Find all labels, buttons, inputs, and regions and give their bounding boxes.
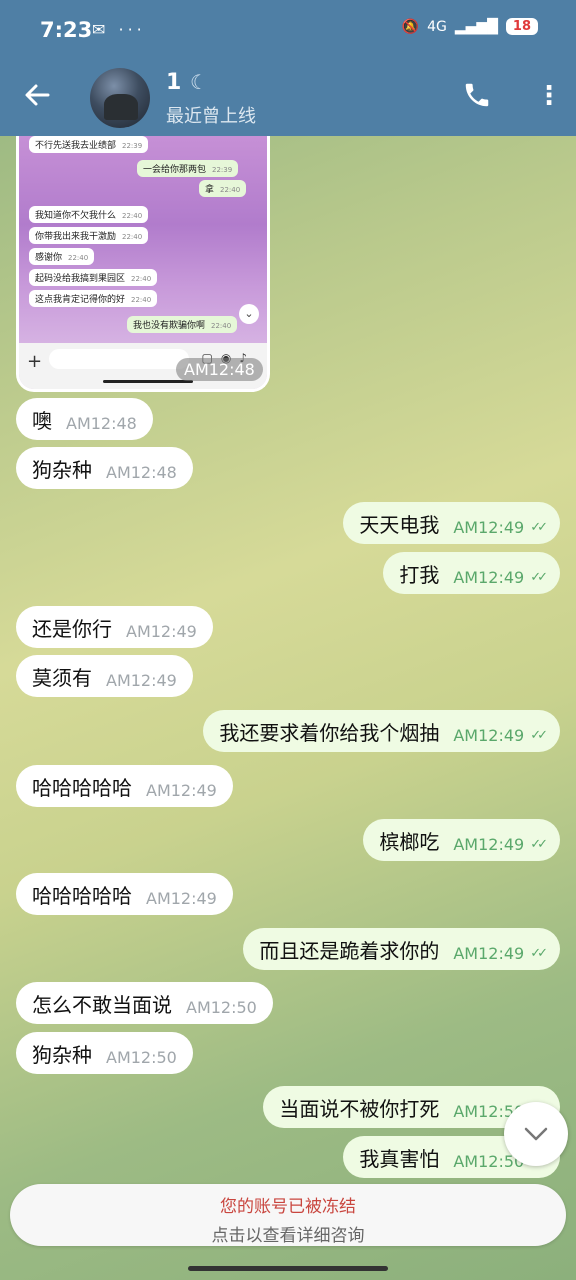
message-time: AM12:48 (66, 413, 137, 433)
message-bubble-incoming[interactable]: 哈哈哈哈哈 AM12:49 (16, 873, 233, 915)
signal-icon: ▂▄▆█ (454, 18, 498, 35)
double-check-icon: ✓✓ (530, 519, 548, 535)
inner-message: 不行先送我去业绩部 22:39 (29, 136, 149, 153)
emoji-status-icon: ☾ (190, 70, 208, 94)
double-check-icon: ✓✓ (530, 727, 548, 743)
status-bar: 7:23 ✉ ··· 🔕 4G ▂▄▆█ 18 (0, 0, 576, 62)
message-time: AM12:49 (453, 517, 525, 537)
banner-subtitle: 点击以查看详细咨询 (211, 1226, 365, 1246)
message-bubble-incoming[interactable]: 哈哈哈哈哈 AM12:49 (16, 765, 233, 807)
message-text: 我还要求着你给我个烟抽 (219, 720, 440, 745)
message-bubble-outgoing[interactable]: 槟榔吃 AM12:49 ✓✓ (363, 819, 560, 861)
message-text: 天天电我 (359, 512, 440, 537)
inner-message: 感谢你 22:40 (29, 248, 95, 265)
battery-icon: 18 (505, 18, 538, 35)
status-right: 🔕 4G ▂▄▆█ 18 (402, 18, 538, 35)
message-text: 还是你行 (32, 616, 112, 641)
message-time: AM12:49 (453, 725, 525, 745)
inner-home-indicator (103, 380, 193, 383)
message-text: 我真害怕 (359, 1146, 440, 1171)
message-time: AM12:48 (106, 462, 177, 482)
message-time: AM12:49 (453, 834, 525, 854)
message-text: 怎么不敢当面说 (32, 992, 172, 1017)
message-bubble-outgoing[interactable]: 而且还是跪着求你的 AM12:49 ✓✓ (243, 928, 560, 970)
message-time: AM12:49 (106, 670, 177, 690)
message-time: AM12:49 (126, 621, 197, 641)
inner-message: 一会给你那两包 22:39 (137, 160, 239, 177)
message-bubble-incoming[interactable]: 噢 AM12:48 (16, 398, 153, 440)
account-frozen-banner[interactable]: 您的账号已被冻结 点击以查看详细咨询 (10, 1184, 566, 1246)
message-time: AM12:49 (146, 888, 217, 908)
message-time: AM12:50 (106, 1047, 177, 1067)
contact-name[interactable]: 1 (166, 70, 181, 95)
chat-area[interactable]: 不行先送我去业绩部 22:39 一会给你那两包 22:39 拿 22:40 我知道你不… (0, 136, 576, 1280)
message-time: AM12:49 (146, 780, 217, 800)
inner-message: 我也没有欺骗你啊 22:40 (127, 316, 238, 333)
message-text: 当面说不被你打死 (279, 1096, 440, 1121)
contact-status: 最近曾上线 (166, 106, 256, 127)
message-text: 狗杂种 (32, 1042, 92, 1067)
message-text: 莫须有 (32, 665, 92, 690)
message-bubble-outgoing[interactable]: 我还要求着你给我个烟抽 AM12:49 ✓✓ (203, 710, 560, 752)
message-time: AM12:49 (453, 567, 525, 587)
plus-icon: + (27, 351, 43, 372)
message-bubble-incoming[interactable]: 还是你行 AM12:49 (16, 606, 213, 648)
message-text: 打我 (399, 562, 440, 587)
chevron-down-icon (524, 1127, 548, 1141)
arrow-left-icon[interactable] (22, 80, 56, 114)
avatar[interactable] (90, 68, 150, 128)
message-text: 哈哈哈哈哈 (32, 883, 132, 908)
message-text: 噢 (32, 408, 52, 433)
status-time: 7:23 (40, 18, 93, 42)
message-bubble-incoming[interactable]: 狗杂种 AM12:48 (16, 447, 193, 489)
inner-message: 起码没给我搞到果园区 22:40 (29, 269, 158, 286)
banner-title: 您的账号已被冻结 (220, 1197, 356, 1217)
image-message[interactable]: 不行先送我去业绩部 22:39 一会给你那两包 22:39 拿 22:40 我知道你不… (16, 136, 270, 392)
inner-message: 拿 22:40 (199, 180, 247, 197)
more-vert-icon[interactable]: ⋮ (536, 82, 562, 112)
message-time: AM12:50 (186, 997, 257, 1017)
message-time: AM12:49 (453, 943, 525, 963)
network-indicator: 4G (427, 18, 447, 35)
home-indicator[interactable] (188, 1266, 388, 1271)
double-check-icon: ✓✓ (530, 945, 548, 961)
double-check-icon: ✓✓ (530, 569, 548, 585)
notification-icons: ✉ ··· (92, 20, 146, 39)
image-timestamp: AM12:48 (176, 358, 263, 381)
message-bubble-outgoing[interactable]: 打我 AM12:49 ✓✓ (383, 552, 560, 594)
mute-icon: 🔕 (401, 18, 420, 35)
inner-message: 你带我出来我干激励 22:40 (29, 227, 149, 244)
inner-message: 这点我肯定记得你的好 22:40 (29, 290, 158, 307)
message-text: 哈哈哈哈哈 (32, 775, 132, 800)
message-bubble-outgoing[interactable]: 天天电我 AM12:49 ✓✓ (343, 502, 560, 544)
chat-header: 1 ☾ 最近曾上线 ⋮ (0, 62, 576, 136)
message-bubble-incoming[interactable]: 莫须有 AM12:49 (16, 655, 193, 697)
scroll-down-button[interactable] (504, 1102, 568, 1166)
double-check-icon: ✓✓ (530, 836, 548, 852)
message-text: 而且还是跪着求你的 (259, 938, 440, 963)
message-text: 狗杂种 (32, 457, 92, 482)
message-bubble-incoming[interactable]: 狗杂种 AM12:50 (16, 1032, 193, 1074)
inner-message: 我知道你不欠我什么 22:40 (29, 206, 149, 223)
phone-icon[interactable] (462, 80, 494, 112)
message-bubble-incoming[interactable]: 怎么不敢当面说 AM12:50 (16, 982, 273, 1024)
chevron-down-icon: ⌄ (239, 304, 259, 324)
inner-text-field (49, 349, 189, 369)
message-text: 槟榔吃 (379, 829, 440, 854)
